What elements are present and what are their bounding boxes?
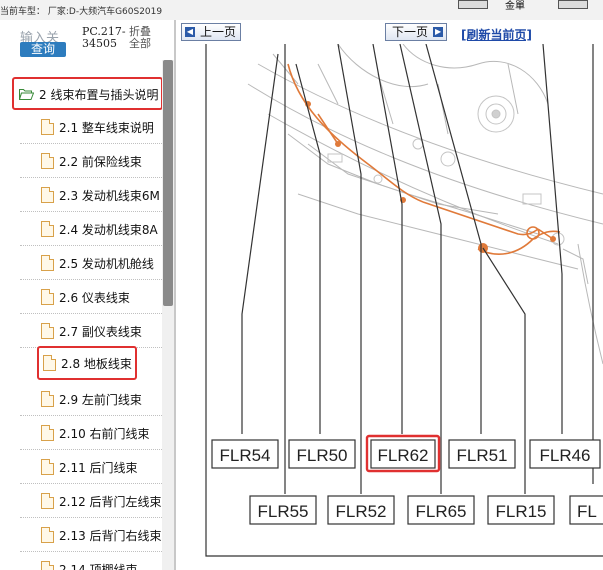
connector-labels-row2: FLR55 FLR52 FLR65 FLR15 FL bbox=[249, 495, 603, 525]
tree-item[interactable]: 2.3 发动机线束6M bbox=[20, 178, 162, 212]
label-flr51: FLR51 bbox=[456, 446, 507, 465]
label-flr46: FLR46 bbox=[539, 446, 590, 465]
tree-item-label: 2.8 地板线束 bbox=[61, 357, 132, 371]
document-icon bbox=[41, 289, 54, 305]
document-icon bbox=[41, 255, 54, 271]
document-icon bbox=[41, 187, 54, 203]
document-icon bbox=[41, 119, 54, 135]
prev-page-label: 上一页 bbox=[200, 25, 237, 39]
tree-item-label: 2.2 前保险线束 bbox=[59, 155, 142, 169]
tree-item-label: 2.1 整车线束说明 bbox=[59, 121, 154, 135]
tree-item[interactable]: 2.1 整车线束说明 bbox=[20, 110, 162, 144]
document-icon bbox=[41, 153, 54, 169]
sidebar: 输入关 查询 PC.217- 34505 折叠 全部 2 线束布置与插头说明 2… bbox=[0, 20, 176, 570]
tree-item[interactable]: 2.10 右前门线束 bbox=[20, 416, 162, 450]
open-folder-icon bbox=[19, 89, 34, 100]
current-vehicle-text: 当前车型： 厂家:D-大频汽车G60S2019 bbox=[0, 7, 163, 17]
vehicle-structure bbox=[247, 44, 603, 365]
tree-item-selected[interactable]: 2.8 地板线束 bbox=[37, 346, 137, 380]
label-flr62: FLR62 bbox=[377, 446, 428, 465]
tree-item[interactable]: 2.13 后背门右线束 bbox=[20, 518, 162, 552]
tree-item[interactable]: 2.4 发动机线束8A bbox=[20, 212, 162, 246]
part-code-line2: 34505 bbox=[82, 37, 117, 50]
tree-item[interactable]: 2.2 前保险线束 bbox=[20, 144, 162, 178]
document-icon bbox=[43, 355, 56, 371]
document-icon bbox=[41, 221, 54, 237]
tree-item-label: 2.3 发动机线束6M bbox=[59, 189, 160, 203]
arrow-left-icon: ◀ bbox=[185, 27, 195, 37]
next-page-button[interactable]: 下一页 ▶ bbox=[385, 23, 448, 41]
label-flr52: FLR52 bbox=[335, 502, 386, 521]
wiring-diagram: FLR54 FLR50 FLR62 FLR51 FLR46 FLR55 FLR5… bbox=[205, 44, 603, 557]
label-fl-partial: FL bbox=[577, 502, 597, 521]
arrow-right-icon: ▶ bbox=[433, 27, 444, 37]
toolbar-button-1[interactable] bbox=[458, 0, 488, 9]
sidebar-scrollbar[interactable] bbox=[162, 60, 174, 570]
collapse-all-button[interactable]: 折叠 全部 bbox=[129, 26, 151, 50]
tree-item-label: 2.9 左前门线束 bbox=[59, 393, 142, 407]
tree-item[interactable]: 2.9 左前门线束 bbox=[20, 382, 162, 416]
refresh-page-link[interactable]: [刷新当前页] bbox=[461, 26, 532, 43]
document-icon bbox=[41, 459, 54, 475]
label-flr50: FLR50 bbox=[296, 446, 347, 465]
tree-folder-wiring[interactable]: 2 线束布置与插头说明 bbox=[12, 77, 163, 110]
label-flr55: FLR55 bbox=[257, 502, 308, 521]
diagram-frame bbox=[205, 44, 603, 557]
tree-item[interactable]: 2.12 后背门左线束 bbox=[20, 484, 162, 518]
prev-page-button[interactable]: ◀ 上一页 bbox=[181, 23, 242, 41]
tree-item[interactable]: 2.6 仪表线束 bbox=[20, 280, 162, 314]
scrollbar-thumb[interactable] bbox=[163, 60, 173, 306]
tree-item-label: 2.7 副仪表线束 bbox=[59, 325, 142, 339]
label-flr65: FLR65 bbox=[415, 502, 466, 521]
tree-item-label: 2.13 后背门右线束 bbox=[59, 529, 162, 543]
tree-folder-label: 2 线束布置与插头说明 bbox=[39, 88, 159, 102]
tree-item-label: 2.4 发动机线束8A bbox=[59, 223, 158, 237]
tree-item[interactable]: 2.14 顶棚线束 bbox=[20, 552, 162, 570]
tree-item-label: 2.12 后背门左线束 bbox=[59, 495, 162, 509]
tree-item-label: 2.5 发动机机舱线 bbox=[59, 257, 154, 271]
page-navbar: ◀ 上一页 下一页 ▶ [刷新当前页] bbox=[178, 20, 603, 44]
tree-item-label: 2.6 仪表线束 bbox=[59, 291, 130, 305]
toolbar-label: 金單 bbox=[505, 1, 525, 12]
connector-labels-row1: FLR54 FLR50 FLR62 FLR51 FLR46 bbox=[211, 434, 601, 473]
tree-item-label: 2.14 顶棚线束 bbox=[59, 563, 138, 570]
content-pane: ◀ 上一页 下一页 ▶ [刷新当前页] FLR54 FLR50 FLR62 FL… bbox=[178, 20, 603, 570]
toolbar-button-2[interactable] bbox=[558, 0, 588, 9]
document-icon bbox=[41, 391, 54, 407]
label-flr54: FLR54 bbox=[219, 446, 270, 465]
label-flr15: FLR15 bbox=[495, 502, 546, 521]
tree-item[interactable]: 2.7 副仪表线束 bbox=[20, 314, 162, 348]
document-icon bbox=[41, 527, 54, 543]
document-icon bbox=[41, 323, 54, 339]
document-icon bbox=[41, 493, 54, 509]
next-page-label: 下一页 bbox=[392, 25, 429, 39]
document-icon bbox=[41, 425, 54, 441]
tree-item[interactable]: 2.11 后门线束 bbox=[20, 450, 162, 484]
tree-item-label: 2.11 后门线束 bbox=[59, 461, 138, 475]
part-code: PC.217- 34505 bbox=[82, 26, 126, 50]
top-bar: 当前车型： 厂家:D-大频汽车G60S2019 金單 bbox=[0, 0, 603, 20]
document-icon bbox=[41, 561, 54, 570]
tree-item-label: 2.10 右前门线束 bbox=[59, 427, 150, 441]
tree-item[interactable]: 2.5 发动机机舱线 bbox=[20, 246, 162, 280]
all-label: 全部 bbox=[129, 37, 151, 50]
search-button[interactable]: 查询 bbox=[20, 42, 66, 57]
